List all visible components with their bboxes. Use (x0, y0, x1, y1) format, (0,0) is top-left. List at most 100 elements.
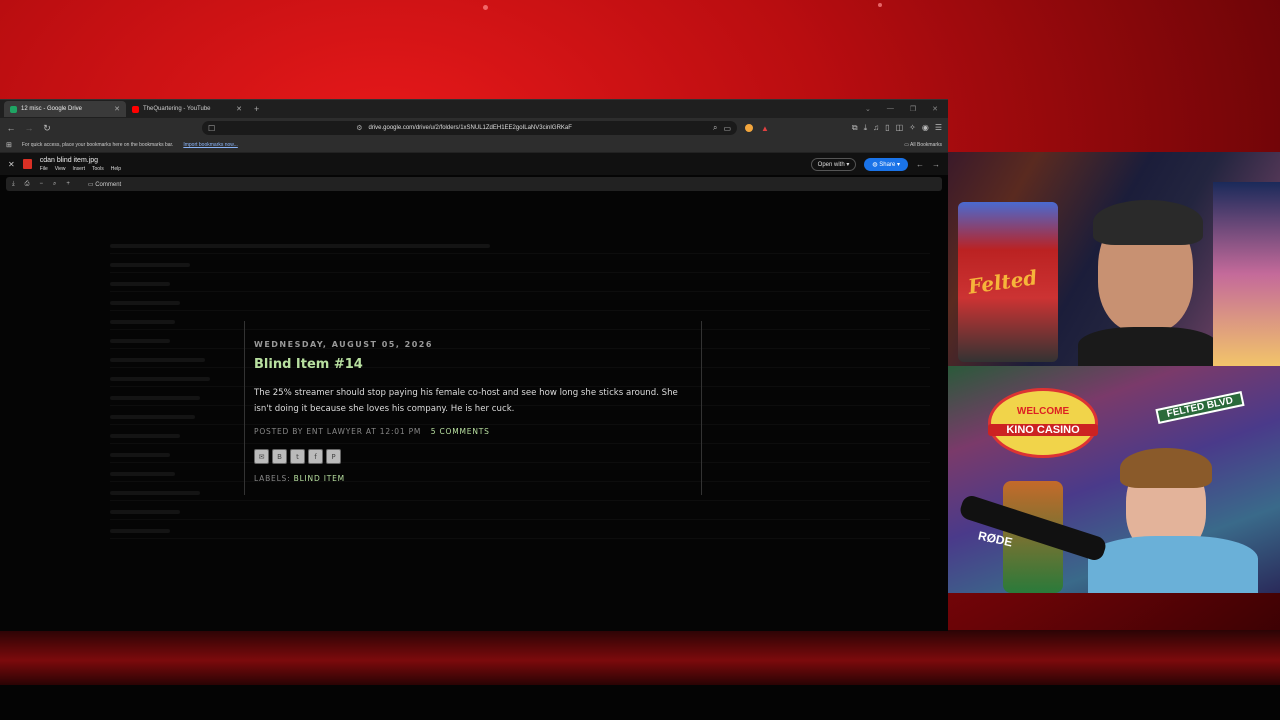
apps-icon[interactable]: ⊞ (6, 141, 12, 149)
forward-icon[interactable]: → (24, 123, 34, 133)
menu-view[interactable]: View (55, 166, 66, 172)
bookmark-star-icon[interactable]: ☐ (208, 124, 215, 133)
new-tab-button[interactable]: + (254, 104, 259, 114)
close-viewer-icon[interactable]: ✕ (8, 160, 15, 169)
viewer-toolbar: ⤓ ⎙ − ⌕ + ▭ Comment (6, 177, 942, 191)
music-icon[interactable]: ♫ (873, 123, 879, 133)
menu-file[interactable]: File (40, 166, 48, 172)
print-icon[interactable]: ⎙ (25, 181, 30, 188)
next-file-icon[interactable]: → (932, 160, 940, 169)
comment-button[interactable]: ▭ Comment (88, 181, 121, 188)
host-shirt (1078, 327, 1218, 366)
bookmarks-prompt: For quick access, place your bookmarks h… (21, 142, 174, 148)
restore-icon[interactable]: ❐ (910, 105, 916, 113)
site-info-icon[interactable]: ⚙ (356, 124, 362, 132)
facebook-icon: f (308, 449, 323, 464)
close-icon[interactable]: ✕ (236, 105, 242, 113)
posted-by: POSTED BY ENT LAWYER AT 12:01 PM (254, 427, 422, 436)
twitter-icon: t (290, 449, 305, 464)
drive-icon (10, 105, 17, 113)
comment-label: Comment (95, 181, 122, 188)
viewer-menu: File View Insert Tools Help (40, 166, 121, 172)
blind-item-post: WEDNESDAY, AUGUST 05, 2026 Blind Item #1… (244, 321, 702, 495)
cast-icon[interactable]: ▭ (723, 124, 731, 133)
window-controls: ⌄ — ❐ ✕ (865, 105, 948, 113)
vegas-backdrop (1213, 182, 1280, 366)
browser-toolbar: ← → ↻ ☐ ⚙ drive.google.com/drive/u/2/fol… (0, 118, 948, 138)
tab-strip: 12 misc - Google Drive ✕ TheQuartering -… (0, 100, 948, 118)
post-meta: POSTED BY ENT LAWYER AT 12:01 PM 5 COMME… (254, 427, 490, 436)
file-name: cdan blind item.jpg (39, 156, 99, 164)
import-bookmarks-link[interactable]: Import bookmarks now... (183, 142, 237, 148)
share-buttons: ✉ B t f P (254, 449, 341, 464)
headset-cap (1093, 200, 1203, 245)
webcam-cohost: WELCOME KINO CASINO FELTED BLVD RØDE (948, 366, 1280, 593)
share-label: Share (879, 161, 896, 168)
post-labels: LABELS: BLIND ITEM (254, 474, 345, 483)
youtube-icon (132, 105, 139, 113)
post-title: Blind Item #14 (254, 357, 363, 372)
folder-icon: ▭ (904, 142, 909, 148)
bookmarks-bar: ⊞ For quick access, place your bookmarks… (0, 138, 948, 153)
welcome-text: WELCOME (1016, 406, 1070, 417)
back-icon[interactable]: ← (6, 123, 16, 133)
reading-list-icon[interactable]: ▯ (885, 123, 889, 133)
label-link: BLIND ITEM (293, 474, 345, 483)
zoom-icon[interactable]: ⌕ (53, 181, 56, 188)
webcam-host: Felted (948, 152, 1280, 366)
close-icon[interactable]: ✕ (114, 105, 120, 113)
menu-help[interactable]: Help (111, 166, 121, 172)
puzzle-icon[interactable]: ⧉ (852, 123, 858, 133)
welcome-sign (988, 388, 1098, 458)
file-viewer-header: ✕ cdan blind item.jpg File View Insert T… (0, 153, 948, 175)
letterbox (0, 685, 1280, 720)
download-icon[interactable]: ⤓ (12, 181, 15, 188)
open-with-button[interactable]: Open with ▾ (810, 157, 857, 171)
extensions-row: ⧉ ⤓ ♫ ▯ ◫ ✧ ◉ ☰ (852, 123, 942, 133)
minimize-icon[interactable]: — (887, 105, 894, 113)
download-icon[interactable]: ⤓ (864, 123, 868, 133)
post-date: WEDNESDAY, AUGUST 05, 2026 (254, 340, 433, 349)
labels-prefix: LABELS: (254, 474, 291, 483)
alert-icon[interactable]: ▲ (761, 124, 769, 133)
cohost-hair (1120, 448, 1212, 488)
tab-label: 12 misc - Google Drive (21, 106, 83, 112)
tab-label: TheQuartering - YouTube (143, 106, 211, 112)
search-icon[interactable]: ⌕ (713, 123, 717, 133)
browser-window: 12 misc - Google Drive ✕ TheQuartering -… (0, 99, 948, 631)
menu-icon[interactable]: ☰ (935, 123, 942, 133)
viewer-nav: ← → (916, 160, 940, 169)
pinterest-icon: P (326, 449, 341, 464)
zoom-out-icon[interactable]: − (39, 181, 43, 187)
all-bookmarks-label: All Bookmarks (910, 142, 942, 148)
tab-youtube[interactable]: TheQuartering - YouTube ✕ (126, 101, 248, 117)
bottom-band (0, 630, 1280, 685)
menu-tools[interactable]: Tools (92, 166, 104, 172)
post-body: The 25% streamer should stop paying his … (254, 388, 678, 414)
open-with-label: Open with (817, 161, 845, 168)
felted-blvd-sign: FELTED BLVD (1155, 391, 1245, 424)
close-window-icon[interactable]: ✕ (932, 105, 938, 113)
cohost-shirt (1088, 536, 1258, 593)
chevron-down-icon[interactable]: ⌄ (865, 105, 871, 113)
reload-icon[interactable]: ↻ (42, 123, 52, 134)
globe-icon: ◍ (872, 161, 878, 168)
sparkle (878, 3, 882, 7)
split-view-icon[interactable]: ◫ (896, 123, 904, 133)
email-icon: ✉ (254, 449, 269, 464)
prev-file-icon[interactable]: ← (916, 160, 924, 169)
menu-insert[interactable]: Insert (73, 166, 86, 172)
tab-google-drive[interactable]: 12 misc - Google Drive ✕ (4, 101, 126, 117)
sparkle-icon[interactable]: ✧ (909, 123, 916, 133)
image-file-icon (22, 159, 32, 169)
all-bookmarks-button[interactable]: ▭ All Bookmarks (904, 142, 942, 148)
sparkle (483, 5, 488, 10)
comment-icon: ▭ (87, 181, 94, 188)
zoom-in-icon[interactable]: + (66, 181, 70, 187)
profile-icon[interactable]: ◉ (922, 123, 929, 133)
comments-link: 5 COMMENTS (430, 427, 490, 436)
share-button[interactable]: ◍ Share ▾ (864, 157, 908, 171)
kino-casino-text: KINO CASINO (988, 424, 1098, 436)
extension-icon[interactable] (745, 124, 753, 132)
address-bar[interactable]: ☐ ⚙ drive.google.com/drive/u/2/folders/1… (202, 121, 737, 135)
